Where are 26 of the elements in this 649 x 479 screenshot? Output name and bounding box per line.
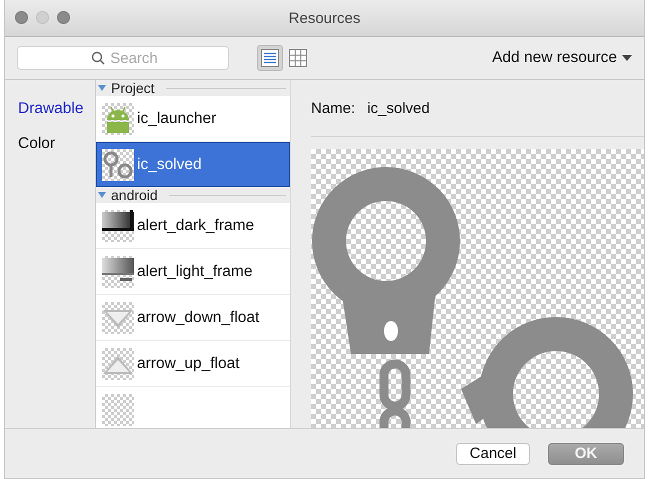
disclosure-triangle-icon[interactable] (98, 84, 106, 92)
add-resource-menu[interactable]: Add new resource (492, 49, 632, 67)
resource-item[interactable]: ic_launcher (96, 96, 290, 142)
window-title: Resources (288, 10, 360, 26)
name-value: ic_solved (367, 100, 430, 116)
category-item[interactable]: Color (5, 135, 95, 153)
list-view-button[interactable] (257, 45, 283, 71)
handcuffs-icon (102, 148, 134, 180)
cancel-button[interactable]: Cancel (456, 442, 530, 464)
close-button[interactable] (15, 11, 28, 24)
resource-item[interactable]: alert_dark_frame (96, 203, 290, 249)
list-icon (261, 49, 279, 67)
search-field[interactable]: Search (17, 46, 229, 70)
resource-item[interactable]: arrow_up_float (96, 341, 290, 387)
grid-icon (289, 49, 307, 67)
disclosure-triangle-icon[interactable] (98, 191, 106, 199)
caret-icon (622, 55, 632, 61)
zoom-button[interactable] (57, 11, 70, 24)
name-label: Name: (311, 100, 356, 116)
resource-item[interactable]: arrow_down_float (96, 295, 290, 341)
transparent-thumbnail (102, 394, 134, 426)
category-item[interactable]: Drawable (5, 100, 95, 118)
resource-item[interactable]: alert_light_frame (96, 249, 290, 295)
group-header: android (111, 187, 158, 203)
resource-item[interactable]: ic_solved (96, 142, 290, 187)
group-header: Project (111, 80, 155, 96)
